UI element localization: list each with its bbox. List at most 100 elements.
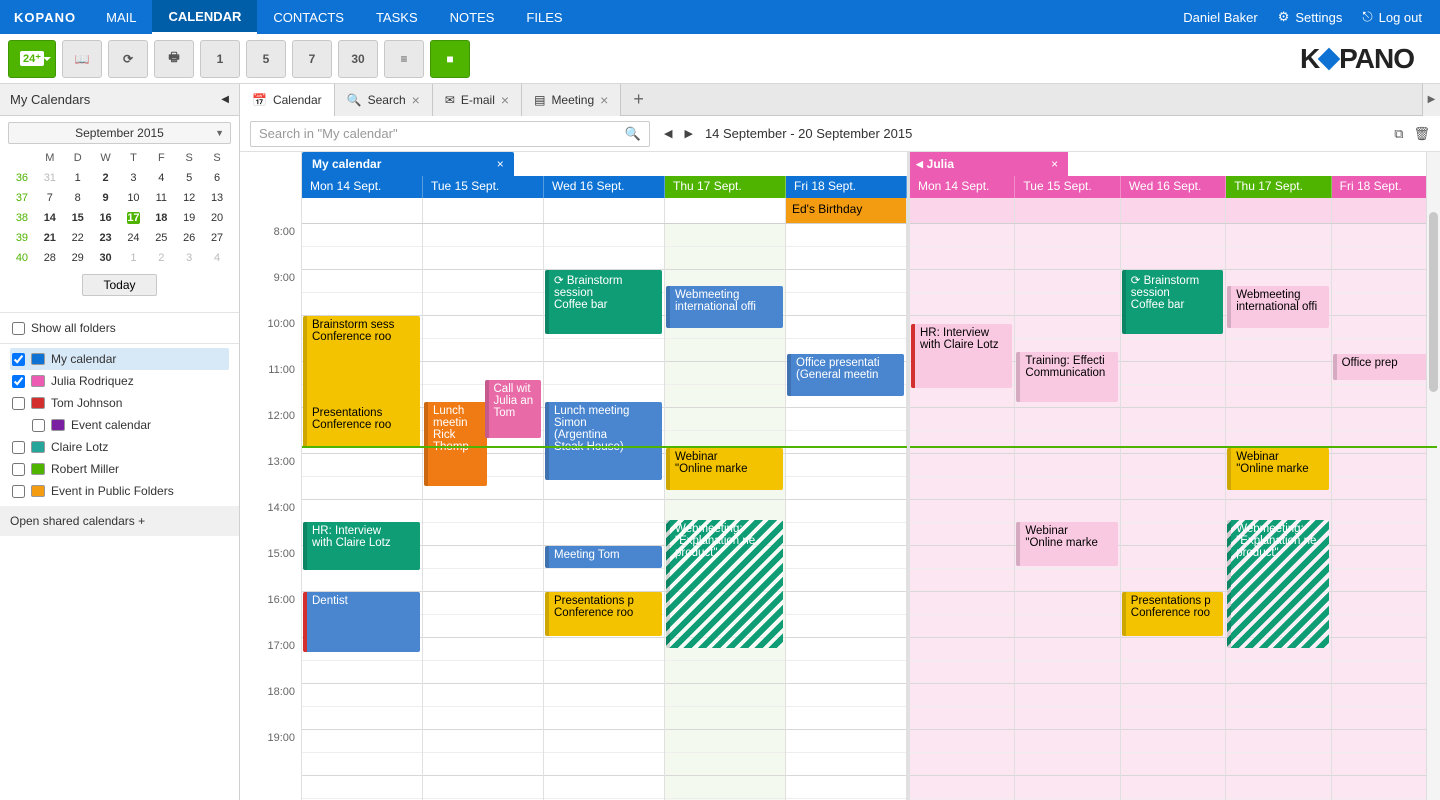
user-name[interactable]: Daniel Baker	[1177, 10, 1263, 25]
calendar-event[interactable]: Training: EffectiCommunication	[1016, 352, 1117, 402]
next-week-button[interactable]: ▶	[684, 127, 692, 140]
calendar-title[interactable]: ◀ Julia×	[910, 152, 1068, 176]
day-header[interactable]: Thu 17 Sept.	[665, 176, 786, 198]
calendar-event[interactable]: ⟳ BrainstormsessionCoffee bar	[545, 270, 662, 334]
nav-item-notes[interactable]: NOTES	[434, 0, 511, 34]
toolbar-day5-button[interactable]: 5	[246, 40, 286, 78]
calendar-event[interactable]: Webmeetinginternational offi	[1227, 286, 1328, 328]
new-event-button[interactable]: 24⁺	[8, 40, 56, 78]
day-column[interactable]	[910, 224, 1015, 800]
logout-link[interactable]: ⎋ Log out	[1356, 9, 1428, 25]
calendar-item[interactable]: Robert Miller	[10, 458, 229, 480]
allday-cell[interactable]	[544, 198, 665, 223]
day-column[interactable]	[302, 224, 423, 800]
add-tab-button[interactable]: +	[621, 89, 656, 110]
tab-search[interactable]: 🔍Search×	[335, 84, 433, 116]
day-column[interactable]	[1015, 224, 1120, 800]
day-column[interactable]	[786, 224, 907, 800]
calendar-item[interactable]: My calendar	[10, 348, 229, 370]
calendar-event[interactable]: Dentist	[303, 592, 420, 652]
nav-item-contacts[interactable]: CONTACTS	[257, 0, 360, 34]
toolbar-refresh-button[interactable]: ⟳	[108, 40, 148, 78]
toolbar-print-button[interactable]: 🖶	[154, 40, 194, 78]
toolbar-video-button[interactable]: ■	[430, 40, 470, 78]
calendar-event[interactable]: Office prep	[1333, 354, 1434, 380]
calendar-event[interactable]: Webinar"Online marke	[1227, 448, 1328, 490]
show-all-folders[interactable]: Show all folders	[10, 317, 229, 339]
month-selector[interactable]: September 2015 ▼	[8, 122, 231, 144]
calendar-event[interactable]: Webinar"Online marke	[666, 448, 783, 490]
day-header[interactable]: Mon 14 Sept.	[910, 176, 1015, 198]
allday-cell[interactable]	[1226, 198, 1331, 223]
nav-item-mail[interactable]: MAIL	[90, 0, 152, 34]
calendar-event[interactable]: PresentationsConference roo	[303, 404, 420, 448]
day-column[interactable]	[423, 224, 544, 800]
tab-calendar[interactable]: 📅Calendar	[240, 84, 335, 116]
calendar-event[interactable]: LunchmeetinRickThomp	[424, 402, 487, 486]
day-header[interactable]: Tue 15 Sept.	[423, 176, 544, 198]
toolbar-list-button[interactable]: ≡	[384, 40, 424, 78]
delete-icon[interactable]: 🗑	[1413, 126, 1430, 142]
close-icon[interactable]: ×	[412, 92, 420, 108]
calendar-event[interactable]: Office presentati(General meetin	[787, 354, 904, 396]
day-header[interactable]: Wed 16 Sept.	[1121, 176, 1226, 198]
allday-cell[interactable]: Ed's Birthday	[786, 198, 907, 223]
calendar-event[interactable]: Webinar"Online marke	[1016, 522, 1117, 566]
calendar-event[interactable]: HR: Interviewwith Claire Lotz	[303, 522, 420, 570]
calendar-event[interactable]: ⟳ BrainstormsessionCoffee bar	[1122, 270, 1223, 334]
calendar-event[interactable]: Call witJulia anTom	[485, 380, 542, 438]
close-icon[interactable]: ×	[1051, 157, 1058, 171]
allday-cell[interactable]	[1015, 198, 1120, 223]
calendar-item[interactable]: Tom Johnson	[10, 392, 229, 414]
allday-cell[interactable]	[1332, 198, 1437, 223]
tab-meeting[interactable]: ▤Meeting×	[522, 84, 621, 116]
toolbar-book-button[interactable]: 📖	[62, 40, 102, 78]
toolbar-day7-button[interactable]: 7	[292, 40, 332, 78]
allday-cell[interactable]	[1121, 198, 1226, 223]
nav-item-files[interactable]: FILES	[510, 0, 578, 34]
day-header[interactable]: Mon 14 Sept.	[302, 176, 423, 198]
toolbar-day30-button[interactable]: 30	[338, 40, 378, 78]
close-icon[interactable]: ×	[497, 157, 504, 171]
prev-week-button[interactable]: ◀	[664, 127, 672, 140]
open-shared-calendars[interactable]: Open shared calendars +	[0, 506, 239, 536]
allday-cell[interactable]	[423, 198, 544, 223]
collapse-sidebar-icon[interactable]: ◀	[221, 94, 229, 105]
calendar-event[interactable]: Presentations pConference roo	[1122, 592, 1223, 636]
allday-event[interactable]: Ed's Birthday	[786, 198, 906, 223]
search-input[interactable]: Search in "My calendar" 🔍	[250, 121, 650, 147]
day-column[interactable]	[1332, 224, 1437, 800]
nav-item-tasks[interactable]: TASKS	[360, 0, 434, 34]
day-header[interactable]: Tue 15 Sept.	[1015, 176, 1120, 198]
day-header[interactable]: Wed 16 Sept.	[544, 176, 665, 198]
calendar-title[interactable]: My calendar×	[302, 152, 514, 176]
calendar-item[interactable]: Event calendar	[10, 414, 229, 436]
tab-e-mail[interactable]: ✉E-mail×	[433, 84, 522, 116]
calendar-event[interactable]: Presentations pConference roo	[545, 592, 662, 636]
close-icon[interactable]: ×	[600, 92, 608, 108]
settings-link[interactable]: ⚙ Settings	[1272, 9, 1349, 25]
day-header[interactable]: Thu 17 Sept.	[1226, 176, 1331, 198]
calendar-item[interactable]: Julia Rodriquez	[10, 370, 229, 392]
collapse-right-icon[interactable]: ▶	[1422, 84, 1440, 116]
day-header[interactable]: Fri 18 Sept.	[786, 176, 907, 198]
nav-item-calendar[interactable]: CALENDAR	[152, 0, 257, 34]
allday-cell[interactable]	[665, 198, 786, 223]
close-icon[interactable]: ×	[501, 92, 509, 108]
mini-calendar[interactable]: MDWTFSS 36311234563778910111213381415161…	[8, 148, 231, 268]
allday-cell[interactable]	[302, 198, 423, 223]
calendar-event[interactable]: Webmeeting:"Explanation neproduct"	[1227, 520, 1328, 648]
calendar-event[interactable]: HR: Interviewwith Claire Lotz	[911, 324, 1012, 388]
calendar-event[interactable]: Lunch meetingSimon(ArgentinaSteak House)	[545, 402, 662, 480]
calendar-event[interactable]: Meeting Tom	[545, 546, 662, 568]
toolbar-day1-button[interactable]: 1	[200, 40, 240, 78]
calendar-item[interactable]: Claire Lotz	[10, 436, 229, 458]
day-header[interactable]: Fri 18 Sept.	[1332, 176, 1437, 198]
allday-cell[interactable]	[910, 198, 1015, 223]
calendar-event[interactable]: Webmeetinginternational offi	[666, 286, 783, 328]
copy-icon[interactable]: ⧉	[1394, 126, 1403, 142]
calendar-item[interactable]: Event in Public Folders	[10, 480, 229, 502]
calendar-event[interactable]: Webmeeting:"Explanation neproduct"	[666, 520, 783, 648]
scrollbar[interactable]	[1426, 152, 1440, 800]
today-button[interactable]: Today	[82, 274, 156, 296]
